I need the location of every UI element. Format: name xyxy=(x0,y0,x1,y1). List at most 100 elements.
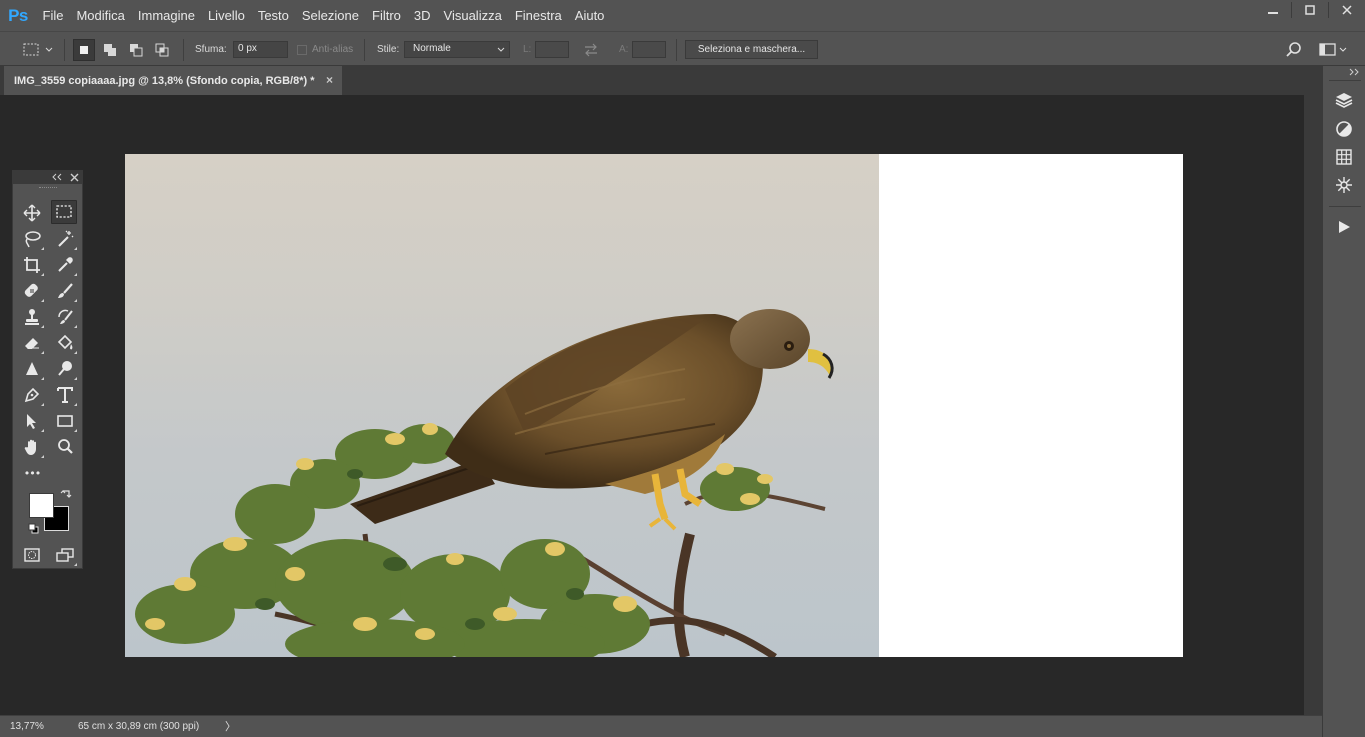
workspace-switcher[interactable] xyxy=(1319,32,1349,67)
menu-aiuto[interactable]: Aiuto xyxy=(568,0,611,31)
history-brush-tool[interactable] xyxy=(52,305,78,329)
pen-tool[interactable] xyxy=(19,383,45,407)
dodge-tool[interactable] xyxy=(52,357,78,381)
menu-filtro[interactable]: Filtro xyxy=(366,0,408,31)
layers-panel-button[interactable] xyxy=(1333,89,1355,111)
chevron-down-icon xyxy=(497,47,505,52)
collapse-tools-icon[interactable] xyxy=(52,173,62,181)
menu-bar: Ps File Modifica Immagine Livello Testo … xyxy=(0,0,1365,31)
zoom-level-field[interactable]: 13,77% xyxy=(4,719,54,735)
tools-panel-header[interactable] xyxy=(13,171,82,184)
document-canvas[interactable] xyxy=(125,154,1183,657)
healing-brush-tool[interactable] xyxy=(19,279,45,303)
menu-modifica[interactable]: Modifica xyxy=(70,0,131,31)
search-button[interactable] xyxy=(1285,32,1303,67)
rectangle-tool[interactable] xyxy=(52,409,78,433)
actions-panel-button[interactable] xyxy=(1333,216,1355,238)
crop-tool[interactable] xyxy=(19,253,45,277)
paint-bucket-icon xyxy=(57,334,73,350)
quick-mask-button[interactable] xyxy=(19,543,45,567)
menu-finestra[interactable]: Finestra xyxy=(508,0,568,31)
swap-colors-icon[interactable] xyxy=(60,489,72,501)
rectangular-marquee-tool[interactable] xyxy=(51,200,77,224)
photo-illustration xyxy=(135,309,834,657)
width-input[interactable] xyxy=(535,41,569,58)
new-selection-icon xyxy=(80,46,88,54)
grid-panel-button[interactable] xyxy=(1333,146,1355,168)
close-icon xyxy=(1342,5,1352,15)
clone-stamp-tool[interactable] xyxy=(19,305,45,329)
options-divider xyxy=(183,39,184,61)
menu-immagine[interactable]: Immagine xyxy=(131,0,201,31)
tool-group-indicator xyxy=(41,247,44,250)
history-brush-icon xyxy=(58,309,73,324)
status-info-menu[interactable]: 〉 xyxy=(225,719,236,735)
zoom-tool[interactable] xyxy=(52,435,78,459)
status-bar: 13,77% 65 cm x 30,89 cm (300 ppi) 〉 xyxy=(0,715,1322,737)
tool-group-indicator xyxy=(74,429,77,432)
options-divider xyxy=(64,39,65,61)
adjustments-panel-button[interactable] xyxy=(1333,118,1355,140)
swap-dimensions-button[interactable] xyxy=(583,32,599,67)
close-button[interactable] xyxy=(1329,0,1365,20)
options-bar: Sfuma: 0 px Anti-alias Stile: Normale L:… xyxy=(0,31,1365,66)
lasso-tool[interactable] xyxy=(19,227,45,251)
eraser-tool[interactable] xyxy=(19,331,45,355)
feather-input[interactable]: 0 px xyxy=(233,41,288,58)
move-icon xyxy=(23,204,41,222)
marquee-icon xyxy=(56,205,72,218)
new-selection-button[interactable] xyxy=(73,39,95,61)
foreground-color-swatch[interactable] xyxy=(29,493,54,518)
tools-grip[interactable] xyxy=(39,187,57,189)
quick-mask-icon xyxy=(24,548,40,562)
default-colors-icon[interactable] xyxy=(28,523,39,534)
crop-icon xyxy=(24,257,40,273)
screen-mode-button[interactable] xyxy=(52,543,78,567)
edit-toolbar-button[interactable]: ••• xyxy=(19,461,45,485)
tool-preset-picker[interactable] xyxy=(22,32,54,67)
maximize-icon xyxy=(1305,5,1315,15)
swap-arrows-icon xyxy=(585,43,597,56)
antialias-checkbox[interactable]: Anti-alias xyxy=(297,32,353,67)
menu-testo[interactable]: Testo xyxy=(251,0,295,31)
brush-tool[interactable] xyxy=(52,279,78,303)
eyedropper-tool[interactable] xyxy=(52,253,78,277)
grid-icon xyxy=(1336,149,1352,165)
subtract-selection-icon xyxy=(130,44,143,57)
adjustments-icon xyxy=(1336,121,1352,137)
close-tools-icon[interactable] xyxy=(70,173,79,182)
subtract-selection-button[interactable] xyxy=(125,39,147,61)
menu-3d[interactable]: 3D xyxy=(407,0,437,31)
menu-file[interactable]: File xyxy=(36,0,70,31)
magic-wand-tool[interactable] xyxy=(52,227,78,251)
document-tab-close-button[interactable]: × xyxy=(326,73,333,87)
select-and-mask-button[interactable]: Seleziona e maschera... xyxy=(685,40,818,59)
path-selection-tool[interactable] xyxy=(19,409,45,433)
add-selection-icon xyxy=(104,44,116,56)
brush-icon xyxy=(58,283,73,298)
hand-tool[interactable] xyxy=(19,435,45,459)
vertical-scrollbar[interactable] xyxy=(1304,95,1322,715)
height-input[interactable] xyxy=(632,41,666,58)
sharpen-tool[interactable] xyxy=(19,357,45,381)
type-tool[interactable] xyxy=(52,383,78,407)
screen-mode-icon xyxy=(56,548,74,562)
intersect-selection-button[interactable] xyxy=(151,39,173,61)
dock-divider xyxy=(1329,80,1361,81)
menu-selezione[interactable]: Selezione xyxy=(295,0,365,31)
style-select[interactable]: Normale xyxy=(404,41,510,58)
move-tool[interactable] xyxy=(19,201,45,225)
menu-visualizza[interactable]: Visualizza xyxy=(437,0,508,31)
collapse-panels-icon[interactable] xyxy=(1349,68,1361,76)
maximize-button[interactable] xyxy=(1292,0,1328,20)
menu-livello[interactable]: Livello xyxy=(201,0,251,31)
minimize-button[interactable] xyxy=(1255,0,1291,20)
style-label: Stile: xyxy=(377,44,400,55)
cursor-arrow-icon xyxy=(27,414,36,429)
paint-bucket-tool[interactable] xyxy=(52,331,78,355)
document-tab[interactable]: IMG_3559 copiaaaa.jpg @ 13,8% (Sfondo co… xyxy=(4,66,342,95)
tool-group-indicator xyxy=(74,377,77,380)
properties-panel-button[interactable] xyxy=(1333,174,1355,196)
add-selection-button[interactable] xyxy=(99,39,121,61)
tool-group-indicator xyxy=(41,403,44,406)
